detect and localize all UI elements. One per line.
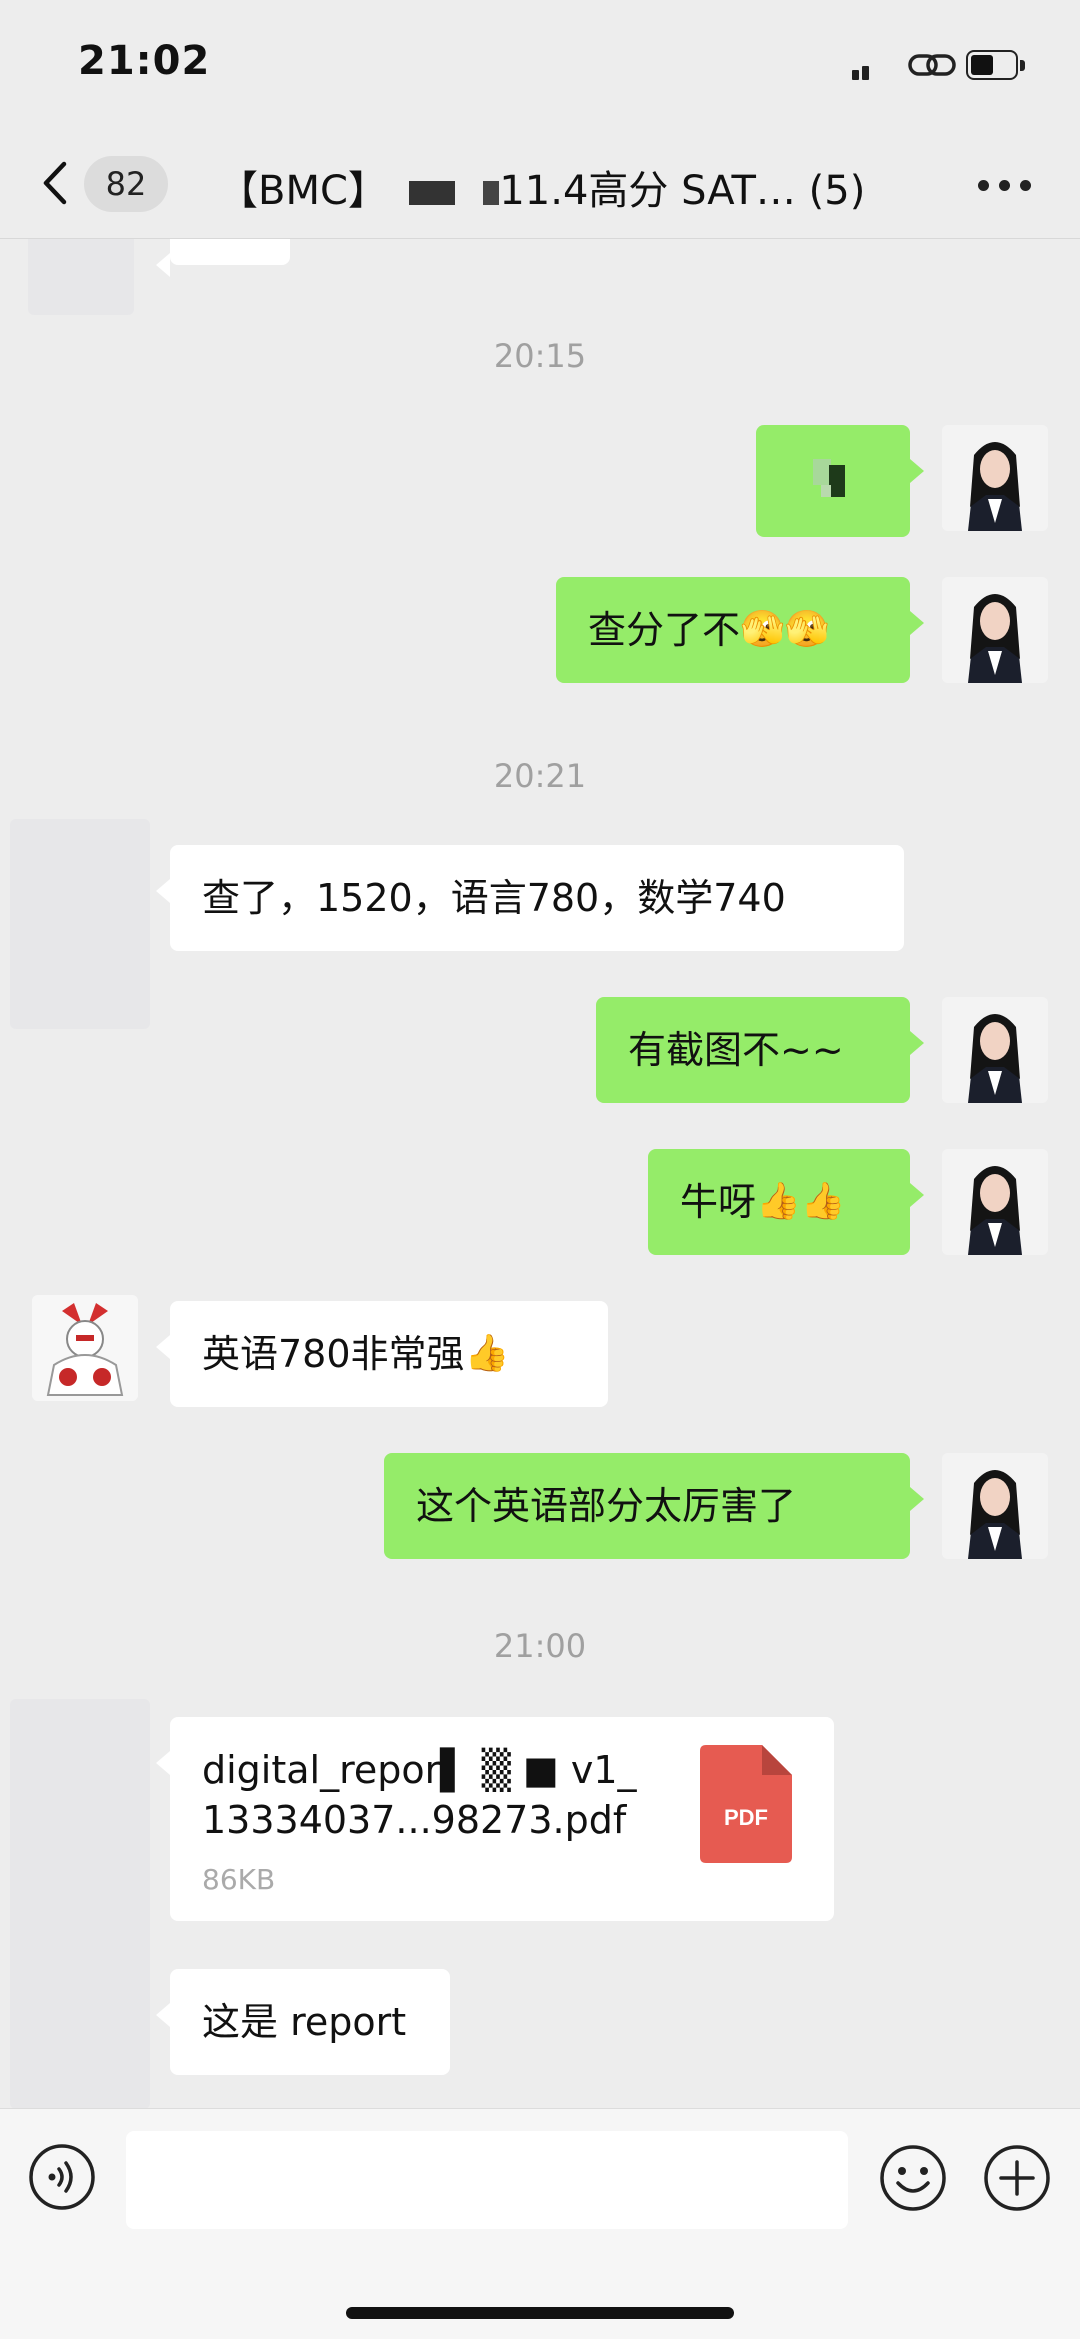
input-bar (0, 2108, 1080, 2339)
chat-title[interactable]: 【BMC】 11.4高分 SAT… (5) (218, 158, 865, 216)
message-timestamp: 20:15 (493, 337, 587, 375)
redacted-name-block (408, 181, 455, 205)
message-timestamp: 21:00 (493, 1627, 587, 1665)
message-timestamp: 20:21 (493, 757, 587, 795)
pdf-file-icon: PDF (700, 1745, 792, 1863)
pdf-label: PDF (724, 1805, 768, 1830)
message-bubble[interactable]: 牛呀 👍👍 (648, 1149, 924, 1255)
user-portrait-icon (942, 997, 1048, 1103)
user-portrait-icon (942, 577, 1048, 683)
emoji: 👍👍 (756, 1181, 846, 1222)
emoji-face-icon[interactable] (878, 2143, 948, 2213)
avatar-self[interactable] (942, 997, 1048, 1103)
message-list[interactable]: 20:15 查分了不 🫣🫣 20:21 查了，1520，语言780，数学740 … (0, 239, 1080, 2109)
avatar[interactable] (28, 239, 134, 315)
emoji: 👍 (464, 1333, 510, 1374)
battery-icon (966, 50, 1028, 82)
chat-title-text: 11.4高分 SAT… (499, 168, 796, 214)
message-bubble[interactable]: 有截图不~~ (596, 997, 924, 1103)
voice-input-icon[interactable] (28, 2143, 96, 2211)
avatar-self[interactable] (942, 1453, 1048, 1559)
user-portrait-icon (942, 425, 1048, 531)
signal-icon (852, 64, 872, 80)
unread-count-badge[interactable]: 82 (84, 156, 168, 212)
avatar-self[interactable] (942, 577, 1048, 683)
message-bubble[interactable]: 查分了不 🫣🫣 (556, 577, 924, 683)
add-plus-icon[interactable] (982, 2143, 1052, 2213)
message-bubble[interactable]: 这是 report (156, 1969, 450, 2075)
redacted-image-icon (813, 459, 845, 497)
member-count: (5) (808, 168, 866, 214)
home-indicator (346, 2307, 734, 2319)
link-icon (908, 54, 956, 76)
avatar-robot-icon[interactable] (32, 1295, 138, 1401)
more-options-button[interactable] (978, 180, 1032, 192)
message-bubble[interactable]: 这个英语部分太厉害了 (384, 1453, 924, 1559)
file-name: digital_repor▌ ▒ ■ v1_ 13334037...98273.… (202, 1748, 637, 1842)
back-chevron-icon[interactable] (36, 158, 76, 208)
avatar-self[interactable] (942, 1149, 1048, 1255)
chat-title-prefix: 【BMC】 (218, 168, 388, 214)
user-portrait-icon (942, 1453, 1048, 1559)
message-input[interactable] (126, 2131, 848, 2229)
message-bubble[interactable] (156, 239, 290, 277)
avatar-self[interactable] (942, 425, 1048, 531)
avatar[interactable] (10, 1699, 150, 2109)
message-bubble-image[interactable] (756, 425, 924, 537)
message-bubble[interactable]: 查了，1520，语言780，数学740 (156, 845, 904, 951)
message-bubble[interactable]: 英语780非常强 👍 (156, 1301, 608, 1407)
redacted-name-block (483, 181, 500, 205)
file-size: 86KB (202, 1863, 276, 1896)
emoji: 🫣🫣 (740, 609, 830, 650)
status-bar: 21:02 (0, 0, 1080, 130)
file-message-card[interactable]: digital_repor▌ ▒ ■ v1_ 13334037...98273.… (156, 1717, 834, 1921)
avatar[interactable] (10, 819, 150, 1029)
chat-header: 82 【BMC】 11.4高分 SAT… (5) (0, 130, 1080, 239)
user-portrait-icon (942, 1149, 1048, 1255)
status-time: 21:02 (78, 38, 211, 84)
